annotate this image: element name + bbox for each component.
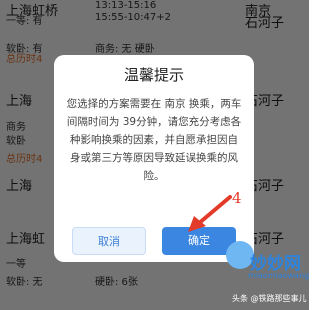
cancel-button[interactable]: 取消 bbox=[72, 227, 146, 255]
annotation-step-number: 4 bbox=[232, 189, 242, 207]
dialog-message: 您选择的方案需要在 南京 换乘，两车间隔时间为 39分钟，请您充分考虑各种影响换… bbox=[66, 98, 242, 182]
credit-text: 头条 @铁路那些事儿 bbox=[232, 294, 307, 303]
annotation-arrow-icon bbox=[188, 195, 232, 232]
dialog-title: 温馨提示 bbox=[123, 66, 184, 84]
watermark-subtitle: miaomiaowang bbox=[248, 271, 310, 280]
